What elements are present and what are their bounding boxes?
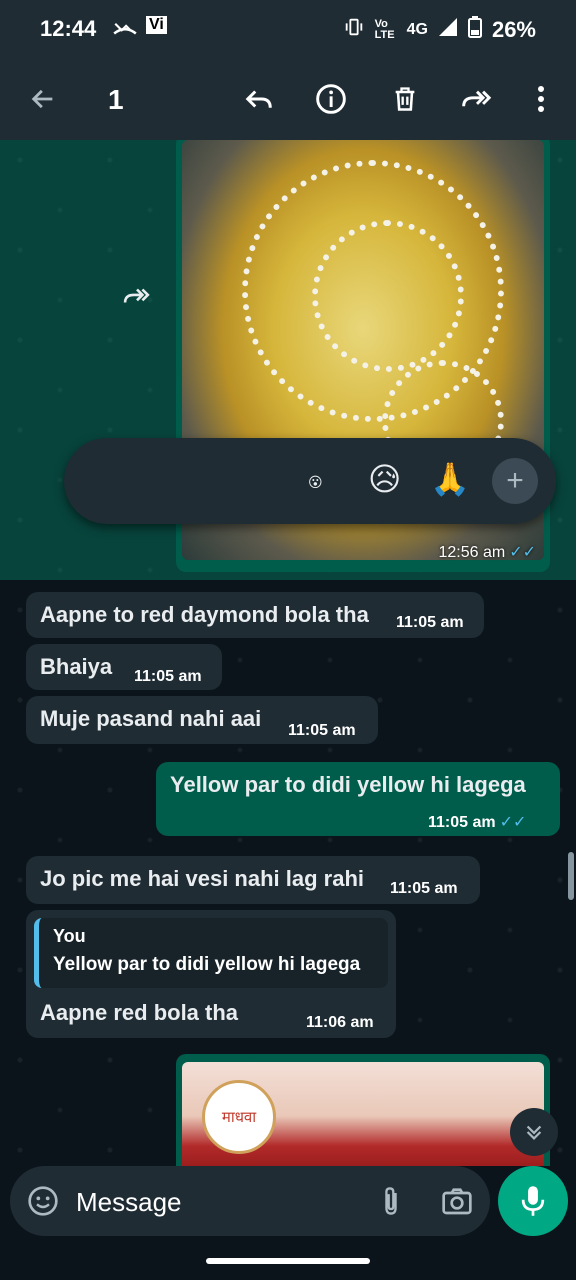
gesture-nav-handle[interactable] <box>206 1258 370 1264</box>
mic-button[interactable] <box>498 1166 568 1236</box>
info-icon[interactable] <box>310 78 352 120</box>
image-message-outgoing[interactable]: माधवा <box>176 1054 550 1166</box>
quote-text: Yellow par to didi yellow hi lagega <box>53 954 361 975</box>
image-timestamp: 12:56 am ✓✓ <box>438 542 536 562</box>
signal-icon <box>438 17 458 43</box>
reply-icon[interactable] <box>238 78 280 120</box>
message-bubble-incoming[interactable]: Jo pic me hai vesi nahi lag rahi 11:05 a… <box>26 856 480 904</box>
read-ticks-icon: ✓✓ <box>499 814 527 831</box>
reaction-sad[interactable]: 😥 <box>368 460 401 498</box>
status-right-group: Vo LTE 4G 26% <box>343 16 536 44</box>
message-time: 11:05 am <box>134 668 202 685</box>
photo-ornament-ring <box>312 220 464 372</box>
message-input[interactable] <box>74 1180 368 1224</box>
message-text: Aapne red bola tha <box>40 1000 239 1025</box>
jewelry-photo[interactable]: माधवा <box>182 1062 544 1166</box>
selected-count: 1 <box>108 84 124 115</box>
emoji-icon[interactable] <box>24 1182 62 1220</box>
battery-icon <box>467 16 482 44</box>
brand-logo: माधवा <box>202 1080 276 1154</box>
volte-label: Vo LTE <box>374 18 395 41</box>
reaction-pray[interactable]: 🙏 <box>430 460 470 498</box>
status-time: 12:44 <box>40 16 97 41</box>
message-bubble-incoming[interactable]: Aapne to red daymond bola tha 11:05 am <box>26 592 484 638</box>
message-bubble-incoming[interactable]: Bhaiya 11:05 am <box>26 644 222 690</box>
camera-icon[interactable] <box>438 1182 476 1220</box>
brand-logo-text: माधवा <box>221 1109 257 1126</box>
scroll-to-bottom-button[interactable] <box>510 1108 558 1156</box>
reply-message-bubble[interactable]: You Yellow par to didi yellow hi lagega … <box>26 910 396 1038</box>
forward-icon[interactable] <box>456 78 498 120</box>
add-reaction-button[interactable]: + <box>492 458 538 504</box>
carrier-badge: Vi <box>146 16 167 34</box>
delete-icon[interactable] <box>384 78 426 120</box>
quote-author: You <box>53 926 86 946</box>
message-bubble-outgoing[interactable]: Yellow par to didi yellow hi lagega 11:0… <box>156 762 560 836</box>
chat-area[interactable]: 12:56 am ✓✓ 😮 😥 🙏 + Aapne to red daymond … <box>0 140 576 1166</box>
message-text: Aapne to red daymond bola tha <box>40 602 369 627</box>
reaction-tray: 😮 😥 🙏 + <box>64 438 556 524</box>
back-arrow-icon[interactable] <box>22 78 64 120</box>
network-type: 4G <box>406 21 428 38</box>
message-time: 11:05 am <box>396 614 464 631</box>
selection-action-bar: 1 <box>0 58 576 140</box>
message-time-group: 11:05 am ✓✓ <box>428 812 526 832</box>
mic-icon <box>521 1186 545 1216</box>
read-ticks-icon: ✓✓ <box>509 544 536 561</box>
scrollbar-thumb[interactable] <box>568 852 574 900</box>
status-bar: 12:44 Vi Vo LTE 4G 26% <box>0 0 576 58</box>
message-time: 11:05 am <box>288 722 356 739</box>
more-vert-icon[interactable] <box>520 78 562 120</box>
message-text: Muje pasand nahi aai <box>40 706 262 731</box>
image-time: 12:56 am <box>438 544 506 561</box>
vibrate-icon <box>343 16 365 44</box>
message-time: 11:05 am <box>428 814 496 831</box>
message-compose-bar <box>10 1166 490 1236</box>
battery-percent: 26% <box>491 17 536 42</box>
missed-call-icon <box>112 14 138 46</box>
attach-icon[interactable] <box>372 1182 410 1220</box>
message-time: 11:05 am <box>390 880 458 897</box>
message-text: Jo pic me hai vesi nahi lag rahi <box>40 866 365 891</box>
forward-shortcut-icon[interactable] <box>112 276 162 316</box>
reaction-surprised[interactable]: 😮 <box>308 474 323 491</box>
quoted-message[interactable]: You Yellow par to didi yellow hi lagega <box>34 918 388 988</box>
message-text: Yellow par to didi yellow hi lagega <box>170 772 526 797</box>
message-time: 11:06 am <box>306 1014 374 1031</box>
message-text: Bhaiya <box>40 654 113 679</box>
message-bubble-incoming[interactable]: Muje pasand nahi aai 11:05 am <box>26 696 378 744</box>
